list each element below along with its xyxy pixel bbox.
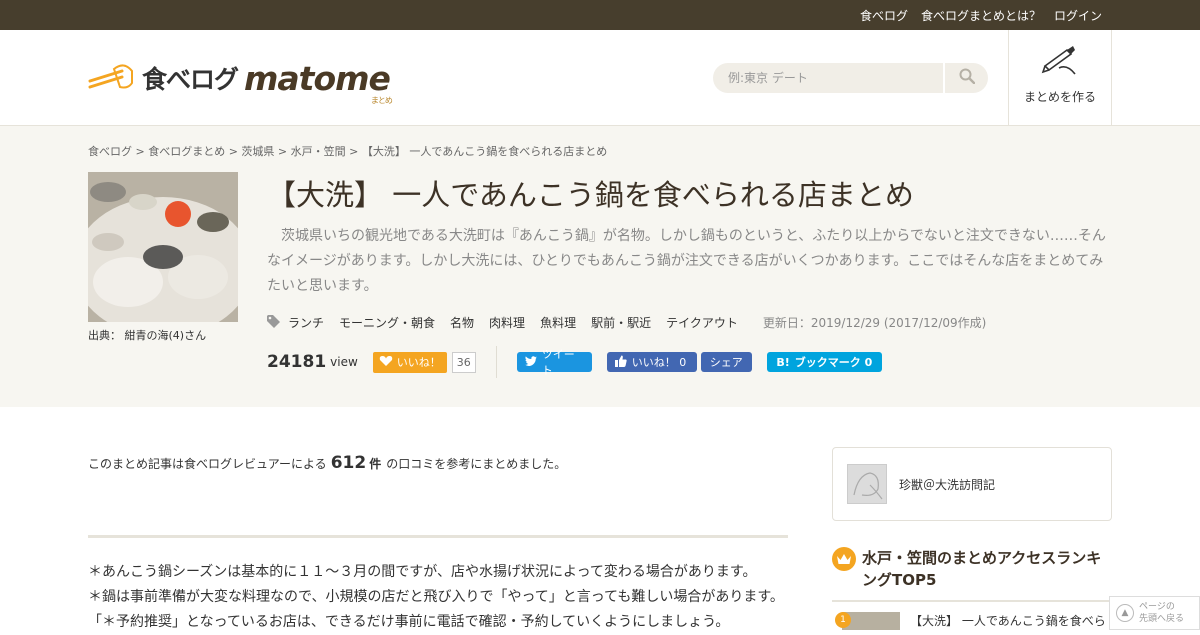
tag-specialty[interactable]: 名物	[450, 314, 474, 331]
note-line: ＊鍋は事前準備が大変な料理なので、小規模の店だと飛び入りで「やって」と言っても難…	[88, 589, 784, 605]
updated-date: 更新日：2019/12/29 (2017/12/09作成)	[762, 316, 987, 330]
chopsticks-icon	[88, 61, 136, 95]
crown-icon	[832, 547, 856, 571]
breadcrumb[interactable]: 食べログ > 食べログまとめ > 茨城県 > 水戸・笠間 > 【大洗】 一人であ…	[88, 143, 607, 159]
review-summary: このまとめ記事は食べログレビュアーによる 612 件 の口コミを参考にまとめまし…	[88, 453, 566, 473]
article-hero: 食べログ > 食べログまとめ > 茨城県 > 水戸・笠間 > 【大洗】 一人であ…	[0, 126, 1200, 407]
facebook-like-label: いいね！ 0	[631, 356, 687, 369]
ranking-item[interactable]: 1 【大洗】 一人であんこう鍋を食べら	[832, 612, 1112, 630]
hatena-label: ブックマーク 0	[794, 356, 873, 369]
back-to-top-label: ページの 先頭へ戻る	[1139, 601, 1184, 625]
tweet-label: ツイート	[541, 348, 575, 377]
author-avatar	[847, 464, 887, 504]
logo-text-jp: 食べログ	[142, 65, 239, 94]
tag-morning[interactable]: モーニング・朝食	[339, 314, 435, 331]
search-box	[713, 63, 988, 93]
rank-badge: 1	[835, 612, 851, 628]
tag-fish[interactable]: 魚料理	[540, 314, 576, 331]
site-logo[interactable]: 食べログ matome まとめ	[88, 58, 393, 105]
note-line: 「＊予約推奨」となっているお店は、できるだけ事前に電話で確認・予約していくように…	[88, 614, 730, 630]
top-bar: 食べログ 食べログまとめとは？ ログイン	[0, 0, 1200, 30]
tag-meat[interactable]: 肉料理	[489, 314, 525, 331]
article-description: 茨城県いちの観光地である大洗町は『あんこう鍋』が名物。しかし鍋ものというと、ふた…	[267, 228, 1106, 294]
stats-bar: 24181 view いいね！ 36 ツイート いいね！ 0 シェア B! ブッ…	[267, 346, 882, 378]
tag-icon	[267, 314, 280, 331]
search-button[interactable]	[943, 63, 988, 93]
review-count-unit: 件	[369, 457, 382, 471]
tag-station[interactable]: 駅前・駅近	[591, 314, 651, 331]
search-input[interactable]	[713, 63, 943, 93]
arrow-up-icon: ▲	[1116, 604, 1134, 622]
iine-count: 36	[451, 351, 476, 373]
summary-prefix: このまとめ記事は食べログレビュアーによる	[88, 457, 327, 471]
review-count: 612	[330, 453, 367, 473]
search-icon	[959, 68, 975, 88]
heart-icon	[379, 355, 393, 370]
logo-sub: まとめ	[370, 95, 393, 105]
tag-list: ランチ モーニング・朝食 名物 肉料理 魚料理 駅前・駅近 テイクアウト 更新日…	[267, 314, 986, 331]
tag-takeout[interactable]: テイクアウト	[666, 314, 738, 331]
facebook-like-button[interactable]: いいね！ 0	[606, 352, 697, 372]
ranking-title: 水戸・笠間のまとめアクセスランキングTOP5	[862, 549, 1102, 589]
logo-text-en: matome まとめ	[244, 58, 393, 105]
hatena-b-icon: B!	[776, 355, 790, 369]
create-label: まとめを作る	[1023, 90, 1096, 104]
author-name: 珍獣＠大洗訪問記	[899, 477, 996, 492]
article-title: 【大洗】 一人であんこう鍋を食べられる店まとめ	[267, 178, 914, 212]
thumbs-up-icon	[614, 355, 627, 370]
back-to-top-line2: 先頭へ戻る	[1139, 614, 1185, 624]
divider	[495, 346, 497, 378]
image-credit: 出典： 紺青の海(4)さん	[88, 329, 207, 342]
facebook-share-button[interactable]: シェア	[700, 352, 752, 372]
create-matome-button[interactable]: まとめを作る	[1008, 30, 1112, 125]
site-header: 食べログ matome まとめ まとめを作る	[0, 30, 1200, 126]
tag-lunch[interactable]: ランチ	[288, 314, 324, 331]
hatena-bookmark-button[interactable]: B! ブックマーク 0	[766, 352, 882, 372]
back-to-top-button[interactable]: ▲ ページの 先頭へ戻る	[1109, 596, 1200, 630]
tweet-button[interactable]: ツイート	[516, 348, 592, 377]
note-line: ＊あんこう鍋シーズンは基本的に１１～３月の間ですが、店や水揚げ状況によって変わる…	[88, 564, 757, 580]
ranking-header: 水戸・笠間のまとめアクセスランキングTOP5	[832, 547, 1112, 602]
ranking-item-title: 【大洗】 一人であんこう鍋を食べら	[910, 614, 1106, 628]
login-link[interactable]: ログイン	[1054, 7, 1102, 24]
back-to-top-line1: ページの	[1139, 602, 1175, 612]
tabelog-link[interactable]: 食べログ	[860, 7, 908, 24]
iine-label: いいね！	[396, 356, 441, 369]
summary-suffix: の口コミを参考にまとめました。	[386, 457, 567, 471]
view-count: 24181	[267, 352, 327, 372]
author-card[interactable]: 珍獣＠大洗訪問記	[832, 447, 1112, 521]
iine-button[interactable]: いいね！	[372, 351, 447, 373]
article-notes: ＊あんこう鍋シーズンは基本的に１１～３月の間ですが、店や水揚げ状況によって変わる…	[88, 560, 784, 635]
view-unit: view	[330, 355, 358, 369]
pen-icon	[1041, 44, 1079, 80]
article-thumbnail[interactable]	[88, 172, 238, 322]
about-matome-link[interactable]: 食べログまとめとは？	[921, 7, 1041, 24]
twitter-bird-icon	[524, 355, 537, 369]
logo-matome: matome	[244, 58, 391, 98]
content-divider	[88, 535, 788, 538]
